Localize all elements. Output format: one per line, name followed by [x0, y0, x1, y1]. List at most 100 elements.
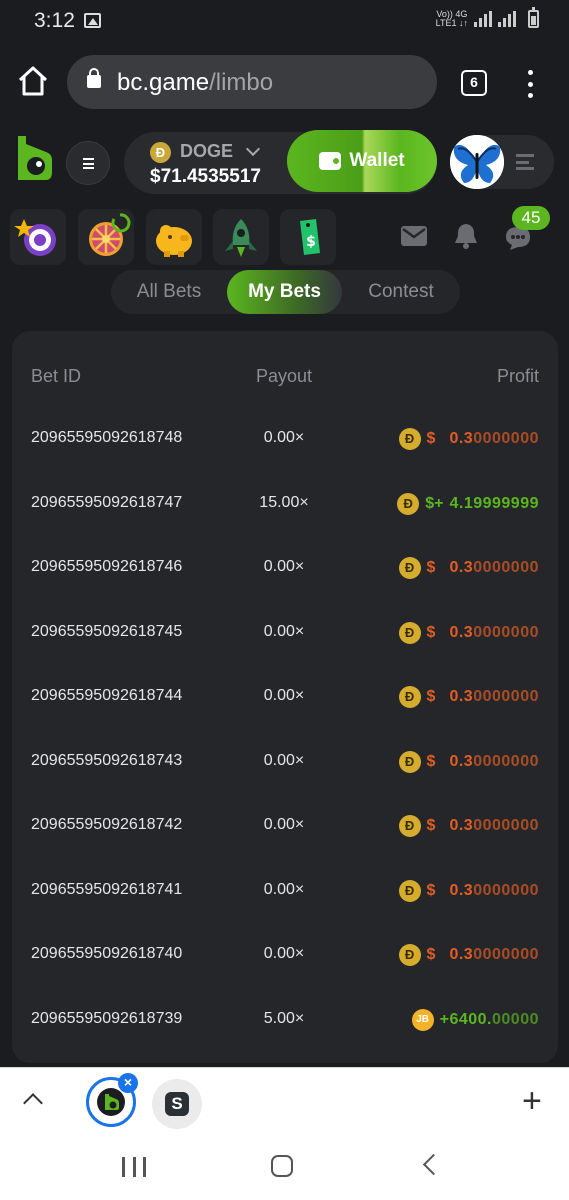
profit-value: 0.3	[449, 881, 474, 899]
doge-coin-icon: Ð	[398, 428, 421, 450]
table-row[interactable]: 20965595092618741 0.00× Ð $0.30000000	[12, 871, 558, 911]
doge-coin-icon: Ð	[150, 142, 171, 163]
bet-id-cell[interactable]: 20965595092618747	[31, 494, 182, 512]
tab-all-bets[interactable]: All Bets	[111, 270, 227, 314]
lock-icon	[87, 68, 101, 88]
profit-trailing-digits: 0000000	[473, 946, 539, 963]
new-tab-button[interactable]: +	[522, 1082, 542, 1121]
home-icon[interactable]	[16, 64, 50, 98]
profit-value: 0.3	[449, 817, 474, 834]
profit-cell: Ð $0.30000000	[398, 750, 539, 774]
doge-coin-icon: Ð	[398, 750, 421, 773]
profit-value: +6400.	[439, 1010, 492, 1028]
wallet-label: Wallet	[349, 150, 405, 171]
piggy-bank-tile[interactable]	[146, 209, 202, 265]
tab-switcher-button[interactable]: 6	[461, 70, 487, 96]
profit-cell: Ð $0.30000000	[398, 621, 539, 645]
bcgame-tab-icon	[97, 1088, 125, 1116]
profit-trailing-digits: 0000000	[473, 623, 539, 641]
spin-target-tile[interactable]	[10, 209, 66, 265]
s-tab-icon: S	[165, 1092, 189, 1116]
url-text[interactable]: bc.game/limbo	[117, 69, 273, 97]
bell-icon[interactable]	[453, 222, 479, 250]
hamburger-menu-button[interactable]	[66, 141, 110, 185]
profit-prefix: $	[426, 817, 436, 834]
profile-menu-icon[interactable]	[516, 154, 534, 170]
bet-id-cell[interactable]: 20965595092618742	[31, 816, 182, 834]
recent-apps-icon[interactable]	[122, 1157, 146, 1177]
column-bet-id: Bet ID	[31, 366, 82, 386]
target-icon	[14, 219, 56, 256]
bet-id-cell[interactable]: 20965595092618748	[31, 429, 182, 447]
status-bar: 3:12 Vo)) 4G LTE1 ↓↑	[0, 0, 569, 42]
avatar[interactable]	[450, 135, 504, 189]
profit-trailing-digits: 0000000	[473, 817, 539, 834]
table-row[interactable]: 20965595092618742 0.00× Ð $0.30000000	[12, 806, 558, 846]
table-row[interactable]: 20965595092618744 0.00× Ð $0.30000000	[12, 677, 558, 717]
bcgame-logo[interactable]	[12, 134, 54, 184]
profile-menu[interactable]	[450, 135, 554, 189]
doge-coin-icon: Ð	[398, 621, 421, 644]
close-tab-icon[interactable]: ×	[118, 1073, 138, 1093]
table-row[interactable]: 20965595092618746 0.00× Ð $0.30000000	[12, 548, 558, 588]
nav-back-icon[interactable]	[422, 1153, 445, 1176]
bet-id-cell[interactable]: 20965595092618744	[31, 687, 182, 705]
payout-cell: 0.00×	[263, 687, 305, 704]
mail-icon[interactable]	[400, 224, 428, 248]
url-host: bc.game	[117, 69, 210, 96]
network-label: Vo)) 4G LTE1 ↓↑	[436, 10, 468, 28]
balance-amount: $71.4535517	[150, 166, 261, 187]
column-profit: Profit	[496, 366, 539, 386]
bet-id-cell[interactable]: 20965595092618746	[31, 558, 182, 576]
table-row[interactable]: 20965595092618747 15.00× Ð $+ 4.19999999	[12, 484, 558, 524]
address-bar[interactable]: bc.game/limbo	[67, 55, 437, 109]
wallet-icon	[319, 152, 342, 170]
table-row[interactable]: 20965595092618740 0.00× Ð $0.30000000	[12, 935, 558, 975]
lucky-wheel-tile[interactable]	[78, 209, 134, 265]
payout-cell: 0.00×	[263, 429, 305, 446]
bet-id-cell[interactable]: 20965595092618740	[31, 945, 182, 963]
profit-prefix: $+	[425, 494, 444, 512]
profit-cell: Ð $0.30000000	[398, 879, 539, 903]
doge-coin-icon: Ð	[397, 492, 420, 515]
browser-toolbar: bc.game/limbo 6	[0, 42, 569, 122]
nav-home-icon[interactable]	[271, 1155, 293, 1177]
profit-trailing-digits: 0000000	[473, 688, 539, 705]
caret-up-icon[interactable]	[23, 1093, 43, 1113]
profit-value: 0.3	[449, 430, 474, 447]
payout-cell: 15.00×	[259, 493, 309, 511]
profit-value: 0.3	[449, 623, 474, 641]
bets-table: Bet ID Payout Profit 20965595092618748 0.…	[12, 331, 558, 1063]
table-row[interactable]: 20965595092618743 0.00× Ð $0.30000000	[12, 742, 558, 782]
tab-contest[interactable]: Contest	[342, 270, 460, 314]
payout-cell: 0.00×	[263, 558, 305, 575]
table-row[interactable]: 20965595092618739 5.00× JB +6400.00000	[12, 1000, 558, 1040]
payout-cell: 0.00×	[263, 880, 305, 898]
table-row[interactable]: 20965595092618748 0.00× Ð $0.30000000	[12, 419, 558, 459]
profit-prefix: $	[426, 688, 436, 705]
bet-id-cell[interactable]: 20965595092618745	[31, 623, 182, 641]
column-payout: Payout	[255, 366, 313, 386]
profit-cell: Ð $0.30000000	[398, 427, 539, 451]
profit-cell: Ð $0.30000000	[398, 685, 539, 709]
table-row[interactable]: 20965595092618745 0.00× Ð $0.30000000	[12, 613, 558, 653]
payout-cell: 0.00×	[263, 622, 305, 640]
currency-name: DOGE	[180, 141, 234, 161]
wheel-icon	[89, 213, 131, 256]
price-tag-icon: $	[300, 219, 320, 255]
cash-tag-tile[interactable]: $	[280, 209, 336, 265]
bet-id-cell[interactable]: 20965595092618739	[31, 1010, 182, 1028]
network-label-bottom: LTE1 ↓↑	[435, 18, 468, 28]
piggy-bank-icon	[156, 225, 192, 257]
bet-id-cell[interactable]: 20965595092618741	[31, 881, 182, 899]
profit-prefix: $	[426, 752, 436, 770]
chevron-down-icon[interactable]	[245, 141, 261, 157]
more-menu-icon[interactable]	[524, 70, 536, 98]
open-tab-second[interactable]: S	[152, 1079, 202, 1129]
rocket-tile[interactable]	[213, 209, 269, 265]
profit-prefix: $	[426, 881, 436, 899]
tab-my-bets[interactable]: My Bets	[227, 270, 342, 314]
signal-2-icon	[498, 11, 516, 27]
wallet-button[interactable]: Wallet	[287, 130, 437, 192]
bet-id-cell[interactable]: 20965595092618743	[31, 752, 182, 770]
